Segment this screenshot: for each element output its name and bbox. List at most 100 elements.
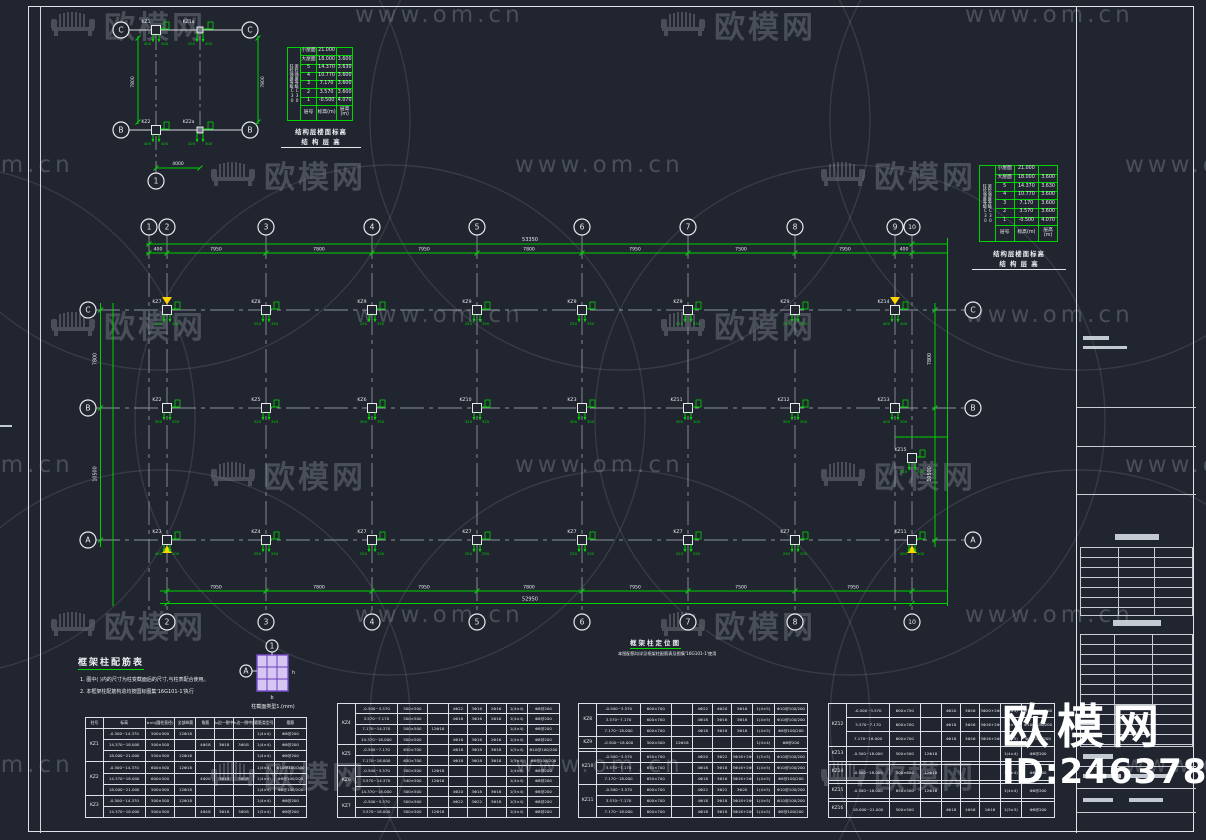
schedule-cell: 3Φ16 <box>731 714 753 727</box>
column-dim: 325 <box>271 419 279 424</box>
schedule-cell: 4Φ18 <box>692 761 713 774</box>
grid-bubble-label: C <box>970 306 975 315</box>
column-label: KZ3 <box>152 529 161 535</box>
column-flag <box>484 301 491 310</box>
column-flag <box>902 399 909 408</box>
schedule-cell <box>214 728 235 741</box>
grid-bubble-label: 2 <box>165 618 170 627</box>
dim-text: 10500 <box>93 466 99 481</box>
column-label: KZ1a <box>183 19 195 25</box>
schedule-cell: 3Φ18 <box>485 796 507 808</box>
schedule-cell: -0.500~3.570 <box>596 750 641 763</box>
schedule-cell: 12Φ16 <box>174 750 197 763</box>
column-dim: 350 <box>482 321 490 326</box>
elevation-marker <box>890 297 900 305</box>
column-label: KZ7 <box>357 529 366 535</box>
concrete-grade-label: 柱砼强度等级C30 <box>982 183 988 223</box>
section-outline <box>256 654 289 692</box>
schedule-cell: Φ10@100/200 <box>526 744 561 756</box>
schedule-cell: 7.170~18.000 <box>596 725 641 738</box>
column-flag <box>174 301 181 310</box>
column-dim: 350 <box>377 321 385 326</box>
grid-bubble-label: C <box>247 26 252 35</box>
schedule-header-cell: 标高 <box>102 716 146 730</box>
schedule-cell: 12Φ18 <box>919 764 942 781</box>
schedule-cell: 3Φ18 <box>214 805 235 819</box>
elevation-cell: -0.500 <box>1013 216 1040 227</box>
schedule-cell: 2Φ16 <box>485 734 507 746</box>
schedule-cell: 1(4×4) <box>252 794 275 807</box>
grid-bubble-label: C <box>118 26 123 35</box>
schedule-cell: 4Φ18 <box>195 805 216 819</box>
schedule-cell: 4Φ18 <box>940 801 962 818</box>
column-dim: 350 <box>900 469 908 474</box>
arrow-head <box>195 39 199 43</box>
schedule-cell: Φ8@200 <box>273 794 308 807</box>
schedule-cell <box>670 750 694 763</box>
column-flag <box>379 531 386 540</box>
elevation-cell: 3.630 <box>336 63 353 73</box>
column-section <box>577 403 587 413</box>
schedule-cell: -0.500~18.000 <box>846 764 891 781</box>
column-label: KZ8 <box>251 299 260 305</box>
schedule-cell: 1(4×4) <box>252 772 275 785</box>
column-section <box>472 305 482 315</box>
schedule-column-id: KZ12 <box>827 703 848 747</box>
frame-column-KZ3: 300 300 KZ3 <box>567 397 596 424</box>
column-dim: 250 <box>254 551 262 556</box>
schedule-cell <box>174 772 197 785</box>
frame-column-KZ14: 400 400 KZ14 <box>877 297 909 326</box>
column-label: KZ2a <box>183 119 195 125</box>
frame-column-KZ7: 250 250 KZ7 <box>780 529 809 556</box>
schedule-cell: 500×500 <box>396 806 428 819</box>
schedule-cell: 1(4×4) <box>252 761 275 774</box>
concrete-grade-label: 梁砼强度等级C30 <box>987 183 993 223</box>
schedule-cell: 1(4×5) <box>751 805 775 819</box>
column-flag <box>919 449 926 458</box>
column-label: KZ3 <box>567 397 576 403</box>
elevation-cell: 大屋面 <box>300 55 317 65</box>
dim-text: 7500 <box>735 247 747 253</box>
grid-bubble-label: 7 <box>686 618 691 627</box>
schedule-cell: 3.570~7.170 <box>596 761 641 774</box>
grid-bubble-label: 4 <box>370 223 375 232</box>
schedule-cell: Φ8@200 <box>273 750 308 763</box>
schedule-cell: 3Φ18+2Φ16 <box>731 805 753 819</box>
schedule-cell: 500×500 <box>144 739 176 752</box>
column-dim: 400 <box>900 551 908 556</box>
schedule-cell: 3Φ22 <box>711 750 733 763</box>
schedule-cell: 12Φ18 <box>426 765 449 777</box>
schedule-cell <box>233 728 254 741</box>
elevation-cell: 4 <box>300 71 317 82</box>
frame-column-KZ7: 250 250 KZ7 <box>567 529 596 556</box>
arrow-head <box>790 319 794 323</box>
schedule-cell: 3Φ16 <box>711 714 733 727</box>
schedule-cell: 1(4×4) <box>505 765 528 777</box>
column-dim: 400 <box>900 321 908 326</box>
arrow-head <box>472 549 476 553</box>
frame-column-KZ5: 325 325 KZ5 <box>251 397 280 424</box>
arrow-head <box>683 319 687 323</box>
dim-text: 7500 <box>735 585 747 591</box>
dim-text: 7950 <box>210 585 222 591</box>
elevation-cell: 4.070 <box>336 96 353 106</box>
schedule-cell: -0.500~3.570 <box>354 702 398 715</box>
schedule-cell <box>919 731 942 747</box>
schedule-cell: 12Φ16 <box>919 782 942 800</box>
schedule-cell <box>174 739 197 752</box>
column-label: KZ5 <box>251 397 260 403</box>
schedule-cell: 12Φ18 <box>174 794 197 807</box>
schedule-cell: 4Φ20 <box>940 702 962 719</box>
schedule-cell: 1(3×3) <box>999 801 1023 818</box>
schedule-cell: -0.500~18.000 <box>596 736 641 750</box>
column-dim: 400 <box>161 141 169 146</box>
column-dim: 400 <box>883 419 891 424</box>
schedule-cell: 7.170~18.000 <box>596 805 641 819</box>
column-schedule-table-2: KZ4 -0.500~3.570 500×500 4Φ22 3Φ16 2Φ16 1(4×4)… <box>337 702 561 819</box>
grid-bubble-label: 1 <box>154 177 159 186</box>
schedule-cell: Φ8@100/200 <box>273 783 308 796</box>
schedule-cell: 1(4×4) <box>252 750 275 763</box>
schedule-cell: 500×500 <box>396 785 428 798</box>
column-label: KZ7 <box>780 529 789 535</box>
schedule-header-cell: 柱号 <box>85 716 104 730</box>
